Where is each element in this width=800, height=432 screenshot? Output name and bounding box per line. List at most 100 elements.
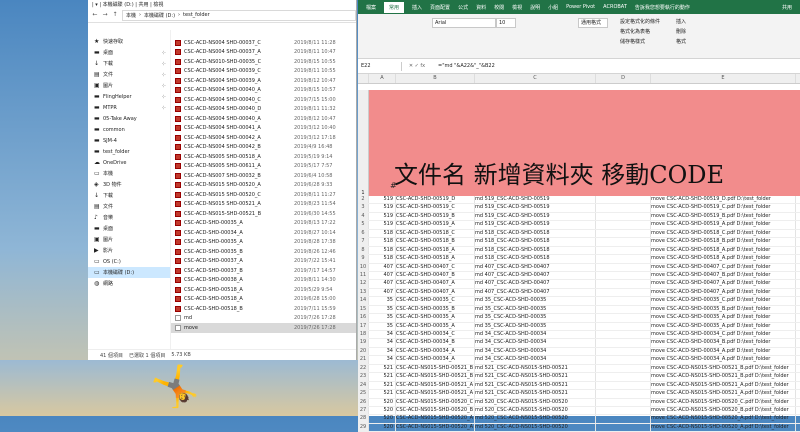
file-row[interactable]: CSC-ACD-SHD-00518_B 2019/7/11 15:59 (171, 304, 356, 314)
row-number[interactable]: 28 (358, 415, 369, 423)
cell[interactable]: md 519_CSC-ACD-SHD-00519 (475, 204, 596, 212)
file-row[interactable]: CSC-ACD-NS007 SHD-00032_B 2019/6/4 10:58 (171, 171, 356, 181)
cell[interactable] (596, 255, 651, 263)
breadcrumb-part[interactable]: 本機磁碟 (D:) (144, 12, 175, 19)
share-button[interactable]: 共用 (782, 4, 792, 11)
cell[interactable] (596, 381, 651, 390)
cell[interactable]: 407 (369, 271, 396, 280)
cell[interactable]: 34 (369, 347, 396, 356)
cell[interactable]: CSC-ACD-SHD-00034_B (396, 339, 475, 347)
cell[interactable]: md 518_CSC-ACD-SHD-00518 (475, 246, 596, 255)
sidebar-item[interactable]: ▭ 本機磁碟 (D:) (88, 267, 170, 278)
cell[interactable]: CSC-ACD-SHD-00519_A (396, 221, 475, 229)
cell[interactable]: move CSC-ACD-SHD-00034_B.pdf D:\test_fol… (651, 339, 796, 347)
sidebar-item[interactable]: ♪ 音樂 (88, 212, 170, 223)
cell[interactable]: 518 (369, 238, 396, 246)
sidebar-item[interactable]: ▤ 文件 ⊹ (88, 69, 170, 80)
cell[interactable]: CSC-ACD-SHD-00519_B (396, 212, 475, 221)
cell[interactable]: md 34_CSC-ACD-SHD-00034 (475, 339, 596, 347)
cell[interactable]: 35 (369, 314, 396, 322)
row-number[interactable]: 19 (358, 339, 369, 347)
cell[interactable]: move CSC-ACD-SHD-00035_B.pdf D:\test_fol… (651, 305, 796, 314)
sidebar-item[interactable]: ▬ FlingHelper ⊹ (88, 91, 170, 102)
cell[interactable]: 521 (369, 381, 396, 390)
header-row[interactable]: 1 # 文件名 新增資料夾 移動CODE (358, 90, 800, 196)
column-header[interactable]: A (369, 74, 396, 83)
cell[interactable]: 521 (369, 390, 396, 398)
cell[interactable]: 35 (369, 297, 396, 305)
cell[interactable] (596, 246, 651, 255)
cell[interactable] (596, 339, 651, 347)
sidebar-item[interactable]: ↓ 下載 ⊹ (88, 58, 170, 69)
cell[interactable]: md 34_CSC-ACD-SHD-00034 (475, 347, 596, 356)
cell[interactable] (596, 415, 651, 423)
cell[interactable]: md 35_CSC-ACD-SHD-00035 (475, 314, 596, 322)
row-number[interactable]: 13 (358, 288, 369, 297)
sidebar-item[interactable]: ▬ MTPR ⊹ (88, 102, 170, 113)
cell[interactable]: 34 (369, 331, 396, 339)
cell[interactable]: md 407_CSC-ACD-SHD-00407 (475, 271, 596, 280)
cell[interactable]: CSC-ACD-NS015-SHD-00521_A (396, 390, 475, 398)
file-row[interactable]: CSC-ACD-NS004 SHD-00040_A 2019/8/15 10:57 (171, 86, 356, 96)
cell[interactable]: move CSC-ACD-SHD-00034_A.pdf D:\test_fol… (651, 356, 796, 364)
file-row[interactable]: CSC-ACD-NS005 SHD-00518_A 2019/5/19 9:14 (171, 152, 356, 162)
column-header[interactable]: E (651, 74, 796, 83)
cell[interactable]: move CSC-ACD-NS015-SHD-00520_C.pdf D:\te… (651, 398, 796, 406)
sidebar-item[interactable]: ▭ 本機 (88, 168, 170, 179)
cell[interactable] (596, 297, 651, 305)
column-header[interactable]: D (596, 74, 651, 83)
sidebar-item[interactable]: ▬ 桌面 (88, 223, 170, 234)
sidebar-item[interactable]: ◍ 網路 (88, 278, 170, 289)
forward-arrow-icon[interactable]: → (102, 12, 108, 18)
back-arrow-icon[interactable]: ← (92, 12, 98, 18)
cell[interactable] (596, 314, 651, 322)
cell[interactable]: move CSC-ACD-SHD-00035_A.pdf D:\test_fol… (651, 314, 796, 322)
sidebar-item[interactable]: ★ 快速存取 (88, 36, 170, 47)
ribbon-tab[interactable]: 檢視 (512, 4, 522, 11)
cell[interactable]: move CSC-ACD-SHD-00518_A.pdf D:\test_fol… (651, 246, 796, 255)
row-number[interactable]: 1 (358, 90, 369, 196)
row-number[interactable]: 15 (358, 305, 369, 314)
formula-input[interactable]: ="md "&A22&"_"&B22 (432, 63, 495, 69)
cell[interactable]: move CSC-ACD-NS015-SHD-00520_A.pdf D:\te… (651, 415, 796, 423)
column-header[interactable]: C (475, 74, 596, 83)
ribbon-tab[interactable]: 說明 (530, 4, 540, 11)
sidebar-item[interactable]: ▬ SJM-4 (88, 135, 170, 146)
ribbon-tab[interactable]: 頁面配置 (430, 4, 450, 11)
delete-button[interactable]: 刪除 (676, 28, 686, 37)
cell[interactable]: md 518_CSC-ACD-SHD-00518 (475, 229, 596, 238)
cell[interactable]: 519 (369, 212, 396, 221)
cell[interactable] (596, 271, 651, 280)
row-number[interactable]: 27 (358, 406, 369, 415)
row-number[interactable]: 17 (358, 322, 369, 330)
row-number[interactable]: 10 (358, 263, 369, 271)
row-number[interactable]: 22 (358, 364, 369, 373)
cell[interactable]: 519 (369, 196, 396, 204)
cell[interactable]: 518 (369, 246, 396, 255)
cell[interactable]: move CSC-ACD-SHD-00407_C.pdf D:\test_fol… (651, 263, 796, 271)
row-number[interactable]: 18 (358, 331, 369, 339)
cell[interactable] (596, 229, 651, 238)
cell[interactable]: CSC-ACD-NS015-SHD-00520_A (396, 423, 475, 432)
cell[interactable]: move CSC-ACD-SHD-00519_A.pdf D:\test_fol… (651, 221, 796, 229)
cell[interactable]: CSC-ACD-SHD-00035_B (396, 305, 475, 314)
cell[interactable]: CSC-ACD-NS015-SHD-00521_B (396, 373, 475, 381)
sidebar-item[interactable]: ◈ 3D 物件 (88, 179, 170, 190)
cell[interactable]: md 519_CSC-ACD-SHD-00519 (475, 196, 596, 204)
cell[interactable]: md 34_CSC-ACD-SHD-00034 (475, 356, 596, 364)
file-row[interactable]: CSC-ACD-NS004 SHD-00037_C 2019/8/11 11:28 (171, 38, 356, 48)
cell[interactable]: CSC-ACD-NS015-SHD-00521_B (396, 364, 475, 373)
file-row[interactable]: CSC-ACD-NS004 SHD-00041_A 2019/3/12 10:40 (171, 124, 356, 134)
row-number[interactable]: 14 (358, 297, 369, 305)
row-number[interactable]: 16 (358, 314, 369, 322)
row-number[interactable]: 23 (358, 373, 369, 381)
cell[interactable]: 407 (369, 263, 396, 271)
row-number[interactable]: 7 (358, 238, 369, 246)
ribbon-tab[interactable]: 告訴我您想要執行的動作 (635, 4, 690, 11)
cell[interactable] (596, 390, 651, 398)
file-row[interactable]: md 2019/7/26 17:28 (171, 314, 356, 324)
cell[interactable]: 518 (369, 229, 396, 238)
cell[interactable]: move CSC-ACD-NS015-SHD-00520_B.pdf D:\te… (651, 406, 796, 415)
cell[interactable] (596, 373, 651, 381)
cell[interactable]: CSC-ACD-SHD-00518_A (396, 246, 475, 255)
